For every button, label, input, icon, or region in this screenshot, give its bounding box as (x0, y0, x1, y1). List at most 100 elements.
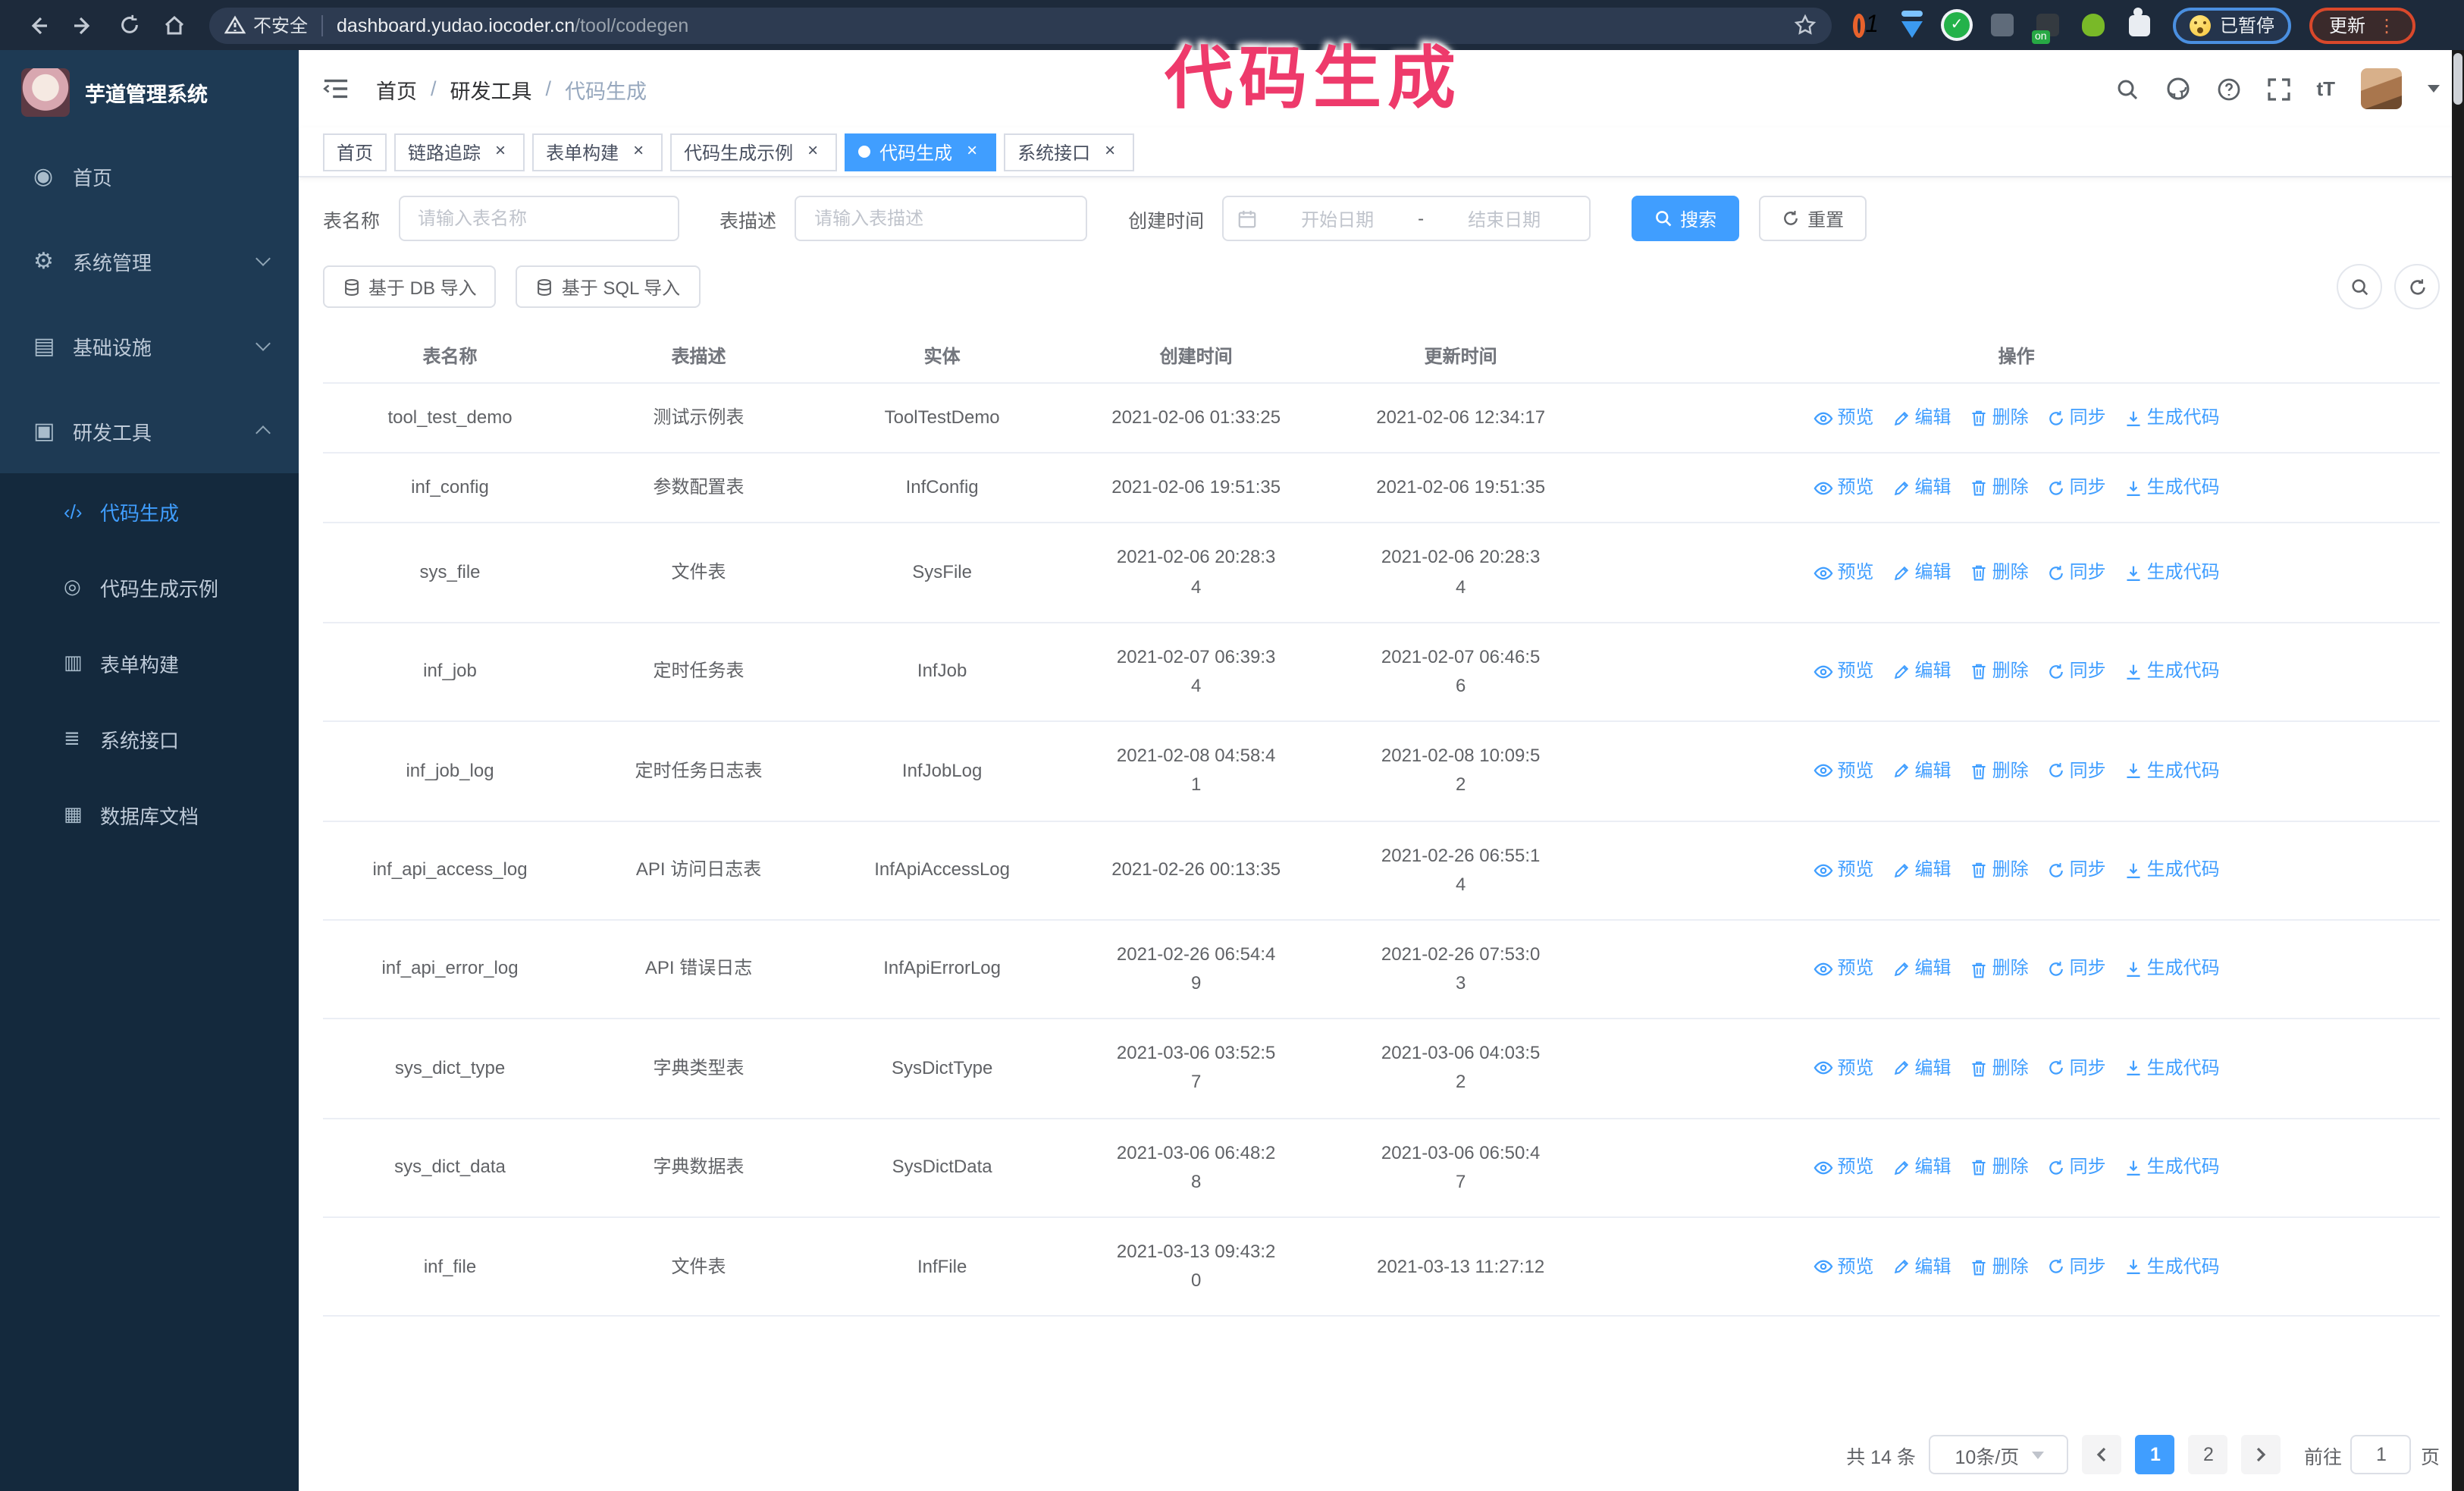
sidebar-item-infrastructure[interactable]: ▤ 基础设施 (0, 303, 299, 388)
browser-reload-icon[interactable] (106, 7, 152, 43)
address-bar[interactable]: 不安全 dashboard.yudao.iocoder.cn/tool/code… (209, 7, 1832, 43)
edit-link[interactable]: 编辑 (1892, 756, 1951, 785)
date-start-placeholder[interactable]: 开始日期 (1266, 206, 1409, 231)
table-name-input[interactable] (398, 196, 679, 241)
preview-link[interactable]: 预览 (1814, 855, 1874, 884)
page-size-select[interactable]: 10条/页 (1929, 1435, 2069, 1474)
profile-paused-badge[interactable]: 已暂停 (2173, 7, 2292, 43)
collapse-sidebar-icon[interactable] (323, 77, 349, 100)
sidebar-subitem-codegen[interactable]: ‹/› 代码生成 (0, 473, 299, 549)
prev-page-button[interactable] (2082, 1435, 2122, 1474)
edit-link[interactable]: 编辑 (1892, 855, 1951, 884)
page-number-button[interactable]: 1 (2135, 1435, 2175, 1474)
import-db-button[interactable]: 基于 DB 导入 (323, 265, 497, 308)
generate-code-link[interactable]: 生成代码 (2124, 756, 2220, 785)
user-avatar[interactable] (2361, 68, 2402, 109)
sidebar-subitem-system-api[interactable]: ≣ 系统接口 (0, 701, 299, 777)
puzzle-extension-icon[interactable] (2126, 12, 2152, 38)
edit-link[interactable]: 编辑 (1892, 1054, 1951, 1083)
preview-link[interactable]: 预览 (1814, 658, 1874, 686)
delete-link[interactable]: 删除 (1970, 558, 2029, 587)
breadcrumb-devtools[interactable]: 研发工具 (450, 74, 532, 104)
scrollbar-thumb[interactable] (2453, 53, 2462, 105)
delete-link[interactable]: 删除 (1970, 473, 2029, 502)
user-menu-caret-icon[interactable] (2428, 85, 2440, 93)
generate-code-link[interactable]: 生成代码 (2124, 473, 2220, 502)
browser-menu-icon[interactable]: ⋮ (2378, 14, 2396, 36)
help-icon[interactable] (2216, 77, 2240, 101)
sidebar-subitem-codegen-example[interactable]: ◎ 代码生成示例 (0, 549, 299, 625)
delete-link[interactable]: 删除 (1970, 1054, 2029, 1083)
edit-link[interactable]: 编辑 (1892, 473, 1951, 502)
refresh-table-button[interactable] (2394, 264, 2440, 309)
sync-link[interactable]: 同步 (2047, 658, 2106, 686)
preview-link[interactable]: 预览 (1814, 1153, 1874, 1182)
preview-link[interactable]: 预览 (1814, 473, 1874, 502)
sync-link[interactable]: 同步 (2047, 955, 2106, 984)
browser-back-icon[interactable] (15, 7, 61, 43)
breadcrumb-home[interactable]: 首页 (376, 74, 417, 104)
security-warning[interactable]: 不安全 (224, 12, 308, 38)
tab-close-icon[interactable]: × (1099, 140, 1121, 162)
sync-link[interactable]: 同步 (2047, 1054, 2106, 1083)
browser-forward-icon[interactable] (61, 7, 106, 43)
delete-link[interactable]: 删除 (1970, 658, 2029, 686)
delete-link[interactable]: 删除 (1970, 1252, 2029, 1281)
delete-link[interactable]: 删除 (1970, 756, 2029, 785)
check-extension-icon[interactable]: ✓ (1944, 12, 1970, 38)
sidebar-item-dev-tools[interactable]: ▣ 研发工具 (0, 388, 299, 473)
sidebar-item-home[interactable]: ◉ 首页 (0, 133, 299, 218)
sidebar-subitem-form-builder[interactable]: ▥ 表单构建 (0, 625, 299, 701)
sync-link[interactable]: 同步 (2047, 855, 2106, 884)
edit-link[interactable]: 编辑 (1892, 403, 1951, 432)
delete-link[interactable]: 删除 (1970, 955, 2029, 984)
goto-page-input[interactable] (2350, 1435, 2412, 1474)
preview-link[interactable]: 预览 (1814, 1252, 1874, 1281)
next-page-button[interactable] (2241, 1435, 2281, 1474)
sync-link[interactable]: 同步 (2047, 473, 2106, 502)
green-extension-icon[interactable] (2080, 12, 2106, 38)
delete-link[interactable]: 删除 (1970, 403, 2029, 432)
sidebar-item-system-mgmt[interactable]: ⚙ 系统管理 (0, 218, 299, 303)
sync-link[interactable]: 同步 (2047, 1153, 2106, 1182)
preview-link[interactable]: 预览 (1814, 1054, 1874, 1083)
generate-code-link[interactable]: 生成代码 (2124, 955, 2220, 984)
generate-code-link[interactable]: 生成代码 (2124, 855, 2220, 884)
gem-extension-icon[interactable] (1898, 12, 1924, 38)
edit-link[interactable]: 编辑 (1892, 558, 1951, 587)
import-sql-button[interactable]: 基于 SQL 导入 (516, 265, 701, 308)
tab-tracer[interactable]: 链路追踪 × (394, 133, 525, 171)
sync-link[interactable]: 同步 (2047, 1252, 2106, 1281)
edit-link[interactable]: 编辑 (1892, 955, 1951, 984)
preview-link[interactable]: 预览 (1814, 955, 1874, 984)
url-text[interactable]: dashboard.yudao.iocoder.cn/tool/codegen (337, 14, 1785, 36)
date-end-placeholder[interactable]: 结束日期 (1433, 206, 1575, 231)
edit-link[interactable]: 编辑 (1892, 1153, 1951, 1182)
browser-home-icon[interactable] (152, 7, 197, 43)
orange-extension-icon[interactable]: 1 (1853, 11, 1879, 38)
bookmark-star-icon[interactable] (1794, 14, 1817, 36)
tab-form-builder[interactable]: 表单构建 × (532, 133, 663, 171)
font-size-icon[interactable]: tT (2316, 77, 2335, 100)
tab-close-icon[interactable]: × (490, 140, 511, 162)
grid-extension-icon[interactable] (1989, 12, 2015, 38)
delete-link[interactable]: 删除 (1970, 1153, 2029, 1182)
generate-code-link[interactable]: 生成代码 (2124, 403, 2220, 432)
sync-link[interactable]: 同步 (2047, 756, 2106, 785)
preview-link[interactable]: 预览 (1814, 558, 1874, 587)
page-scrollbar[interactable] (2452, 50, 2464, 1491)
sidebar-subitem-db-doc[interactable]: ▦ 数据库文档 (0, 777, 299, 852)
toggle-search-button[interactable] (2337, 264, 2382, 309)
sync-link[interactable]: 同步 (2047, 403, 2106, 432)
sync-link[interactable]: 同步 (2047, 558, 2106, 587)
search-icon[interactable] (2114, 77, 2139, 101)
edit-link[interactable]: 编辑 (1892, 658, 1951, 686)
generate-code-link[interactable]: 生成代码 (2124, 658, 2220, 686)
page-number-button[interactable]: 2 (2188, 1435, 2228, 1474)
generate-code-link[interactable]: 生成代码 (2124, 1252, 2220, 1281)
create-time-range-picker[interactable]: 开始日期 - 结束日期 (1222, 196, 1591, 241)
tab-close-icon[interactable]: × (628, 140, 649, 162)
tab-codegen[interactable]: 代码生成 × (845, 133, 997, 171)
tab-home[interactable]: 首页 (323, 133, 387, 171)
tab-codegen-example[interactable]: 代码生成示例 × (670, 133, 838, 171)
